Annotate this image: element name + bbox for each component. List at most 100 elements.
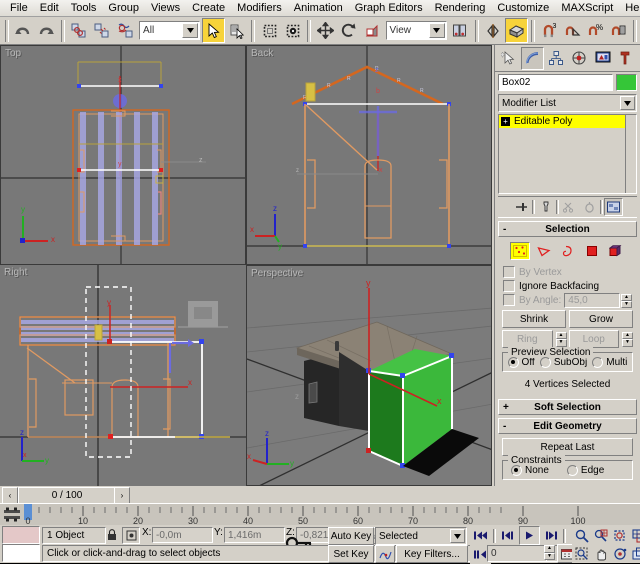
select-and-uniform-scale-button[interactable]: [360, 18, 383, 43]
by-angle-row[interactable]: By Angle: 45,0 ▲▼: [500, 293, 635, 307]
pan-view-icon[interactable]: [591, 544, 610, 563]
viewport-perspective[interactable]: y x z z y x Perspective: [246, 265, 492, 486]
viewport-top[interactable]: z y x y x Top: [0, 45, 246, 265]
use-pivot-point-center-button[interactable]: [449, 18, 472, 43]
select-and-link-button[interactable]: [68, 18, 91, 43]
edge-icon[interactable]: [534, 242, 554, 260]
set-key-button[interactable]: Set Key: [328, 545, 374, 563]
by-vertex-checkbox[interactable]: [503, 266, 515, 278]
chevron-down-icon[interactable]: [429, 23, 445, 38]
open-mini-curve-editor-button[interactable]: [3, 507, 21, 522]
by-vertex-row[interactable]: By Vertex: [500, 265, 635, 279]
menu-file[interactable]: File: [4, 1, 34, 15]
bind-to-space-warp-button[interactable]: [114, 18, 137, 43]
by-angle-field[interactable]: 45,0: [564, 293, 620, 308]
show-end-result-button[interactable]: [536, 198, 555, 216]
select-by-name-button[interactable]: [225, 18, 248, 43]
key-filters-button[interactable]: Key Filters...: [396, 545, 468, 563]
track-bar[interactable]: 102030 405060 708090 100 0: [0, 503, 640, 527]
zoom-extents-all-icon[interactable]: [629, 526, 640, 545]
repeat-last-button[interactable]: Repeat Last: [502, 438, 633, 456]
undo-button[interactable]: [12, 18, 35, 43]
window-crossing-toggle-button[interactable]: [281, 18, 304, 43]
absolute-relative-transform-toggle[interactable]: [122, 527, 140, 544]
modifier-list-combo[interactable]: Modifier List: [498, 94, 637, 112]
tab-hierarchy[interactable]: [544, 47, 568, 70]
zoom-all-icon[interactable]: [591, 526, 610, 545]
tab-display[interactable]: [591, 47, 615, 70]
tab-create[interactable]: [497, 47, 521, 70]
select-and-move-button[interactable]: [314, 18, 337, 43]
unlink-selection-button[interactable]: [91, 18, 114, 43]
angle-snap-toggle-button[interactable]: [561, 18, 584, 43]
vertex-icon[interactable]: [510, 242, 530, 260]
time-slider-field[interactable]: 0 / 100: [18, 487, 116, 504]
maxscript-mini-listener-input[interactable]: [2, 544, 40, 562]
align-button[interactable]: [505, 18, 528, 43]
selection-lock-icon[interactable]: [104, 527, 120, 542]
polygon-icon[interactable]: [582, 242, 602, 260]
goto-start-button[interactable]: [470, 526, 491, 545]
rollout-selection-header[interactable]: - Selection: [498, 221, 637, 237]
tab-utilities[interactable]: [615, 47, 639, 70]
rollout-soft-selection-toggle[interactable]: +: [503, 402, 509, 413]
menu-group[interactable]: Group: [102, 1, 145, 15]
menu-maxscript[interactable]: MAXScript: [555, 1, 619, 15]
menu-help[interactable]: Help: [619, 1, 640, 15]
reference-coordinate-combo[interactable]: View: [386, 21, 447, 40]
preview-subobj-option[interactable]: SubObj: [540, 357, 587, 368]
ring-spinner[interactable]: ▲▼: [556, 332, 567, 347]
rollout-selection-toggle[interactable]: -: [503, 224, 506, 235]
tab-motion[interactable]: [568, 47, 592, 70]
preview-subobj-radio[interactable]: [540, 357, 551, 368]
constraint-none-radio[interactable]: [511, 465, 522, 476]
shrink-button[interactable]: Shrink: [502, 310, 566, 328]
current-frame-spinner[interactable]: ▲▼: [544, 545, 555, 560]
previous-frame-button[interactable]: [498, 526, 519, 545]
zoom-icon[interactable]: [572, 526, 591, 545]
configure-modifier-sets-button[interactable]: [604, 198, 623, 216]
expand-plus-icon[interactable]: +: [501, 117, 510, 126]
percent-snap-toggle-button[interactable]: %: [584, 18, 607, 43]
ignore-backfacing-row[interactable]: Ignore Backfacing: [500, 279, 635, 293]
rollout-edit-geometry-header[interactable]: - Edit Geometry: [498, 418, 637, 434]
chevron-down-icon[interactable]: [182, 23, 198, 38]
chevron-down-icon[interactable]: [450, 529, 465, 543]
rectangular-selection-region-button[interactable]: [258, 18, 281, 43]
by-angle-checkbox[interactable]: [503, 294, 515, 306]
menu-edit[interactable]: Edit: [34, 1, 65, 15]
zoom-extents-icon[interactable]: [610, 526, 629, 545]
field-of-view-icon[interactable]: [572, 544, 591, 563]
by-angle-spinner[interactable]: ▲▼: [621, 294, 632, 307]
menu-rendering[interactable]: Rendering: [429, 1, 492, 15]
constraint-none-option[interactable]: None: [511, 465, 549, 476]
preview-multi-option[interactable]: Multi: [592, 357, 627, 368]
time-slider-next-button[interactable]: ›: [114, 487, 130, 504]
time-slider-prev-button[interactable]: ‹: [2, 487, 18, 504]
menu-customize[interactable]: Customize: [491, 1, 555, 15]
rollout-edit-geometry-toggle[interactable]: -: [503, 421, 506, 432]
current-frame-field[interactable]: 0: [487, 545, 547, 562]
select-and-rotate-button[interactable]: [337, 18, 360, 43]
selection-filter-combo[interactable]: All: [139, 21, 200, 40]
ignore-backfacing-checkbox[interactable]: [503, 280, 515, 292]
tab-modify[interactable]: [521, 47, 545, 70]
set-key-curve-button[interactable]: [375, 545, 395, 563]
select-object-button[interactable]: [202, 18, 225, 43]
maximize-viewport-toggle-icon[interactable]: [629, 544, 640, 563]
chevron-down-icon[interactable]: [620, 96, 635, 110]
grow-button[interactable]: Grow: [569, 310, 633, 328]
next-frame-button[interactable]: [540, 526, 561, 545]
menu-tools[interactable]: Tools: [65, 1, 103, 15]
maxscript-mini-listener-pink[interactable]: [2, 526, 40, 544]
preview-off-option[interactable]: Off: [508, 357, 535, 368]
border-icon[interactable]: [558, 242, 578, 260]
loop-spinner[interactable]: ▲▼: [622, 332, 633, 347]
stack-item-editable-poly[interactable]: + Editable Poly: [499, 115, 636, 128]
menu-animation[interactable]: Animation: [288, 1, 349, 15]
element-icon[interactable]: [606, 242, 626, 260]
menu-views[interactable]: Views: [145, 1, 186, 15]
menu-create[interactable]: Create: [186, 1, 231, 15]
rollout-soft-selection-header[interactable]: + Soft Selection: [498, 399, 637, 415]
object-color-swatch[interactable]: [616, 74, 637, 91]
